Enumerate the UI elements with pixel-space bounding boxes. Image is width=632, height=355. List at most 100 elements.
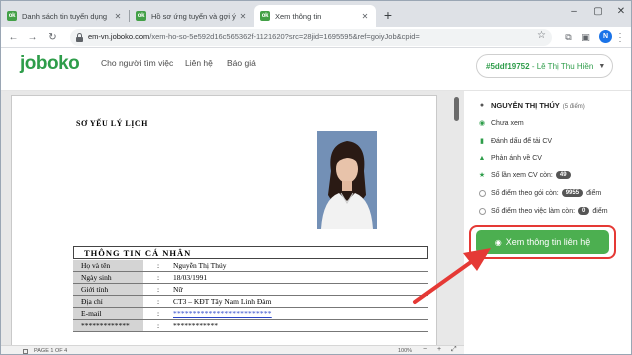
user-separator: - (529, 61, 537, 71)
coin-icon (478, 207, 486, 215)
cv-row-label: Ngày sinh (73, 272, 143, 283)
cv-row: ************* : ************ (73, 320, 428, 332)
zoom-level: 100% (398, 348, 413, 354)
joboko-favicon-icon: ok (260, 11, 270, 21)
browser-window: ok Danh sách tin tuyển dụng ✕ ok Hồ sơ ứ… (0, 0, 632, 355)
tab-job-list[interactable]: ok Danh sách tin tuyển dụng ✕ (1, 5, 129, 27)
status-text: Chưa xem (491, 119, 524, 127)
cv-row-label: E-mail (73, 308, 143, 319)
nav-link-candidates[interactable]: Cho người tìm việc (101, 58, 173, 68)
cv-row-value: 18/03/1991 (173, 273, 208, 282)
candidate-name: NGUYỄN THỊ THÚY (491, 101, 560, 110)
mark-download-link[interactable]: Đánh dấu để tải CV (491, 138, 552, 145)
tab-view-info[interactable]: ok Xem thông tin ✕ (254, 5, 376, 27)
cv-row-value: Nữ (173, 285, 183, 294)
zoom-out-icon[interactable]: − (423, 346, 427, 353)
views-count-badge: 49 (555, 171, 571, 179)
plan-points-unit: điểm (586, 189, 602, 197)
puzzle-icon[interactable]: ⧉ (561, 30, 576, 45)
tab-applications[interactable]: ok Hồ sơ ứng tuyển và gợi ý ✕ (130, 5, 254, 27)
cv-title: SƠ YẾU LÝ LỊCH (76, 119, 148, 128)
cv-page: SƠ YẾU LÝ LỊCH THÔNG TIN CÁ NHÂN Họ và t… (11, 95, 437, 347)
report-link[interactable]: Phản ánh về CV (491, 155, 542, 162)
warning-icon: ▲ (478, 154, 486, 162)
plus-icon[interactable]: + (380, 7, 396, 23)
user-id: #5ddf19752 (486, 61, 530, 71)
job-points-row: Số điểm theo việc làm còn: 0 điểm (478, 207, 608, 215)
views-remaining-row: ★ Số lần xem CV còn: 49 (478, 171, 574, 179)
site-header: joboko Cho người tìm việc Liên hệ Báo gi… (1, 48, 631, 91)
back-arrow-icon[interactable]: ← (6, 30, 21, 45)
cv-row-value: CT3 – KĐT Tây Nam Linh Đàm (173, 297, 272, 306)
fullscreen-icon[interactable]: ⤢ (451, 346, 457, 354)
cv-row: Địa chỉ : CT3 – KĐT Tây Nam Linh Đàm (73, 296, 428, 308)
viewer-scrollbar[interactable] (453, 97, 460, 352)
candidate-points: (5 điểm) (562, 104, 585, 110)
job-points-unit: điểm (592, 207, 608, 215)
cv-row-value: Nguyễn Thị Thúy (173, 261, 227, 270)
eye-icon: ◉ (494, 237, 502, 247)
cv-row-label: Địa chỉ (73, 296, 143, 307)
chevron-down-icon: ▼ (598, 62, 606, 70)
report-row[interactable]: ▲ Phản ánh về CV (478, 154, 542, 162)
user-name: Lê Thị Thu Hiền (536, 61, 594, 71)
forward-arrow-icon[interactable]: → (25, 30, 40, 45)
candidate-photo (317, 131, 377, 229)
zoom-in-icon[interactable]: + (437, 346, 441, 353)
browser-toolbar: ← → ↻ em-vn.joboko.com/xem-ho-so-5e592d1… (1, 27, 631, 48)
candidate-name-row: ● NGUYỄN THỊ THÚY (5 điểm) (478, 101, 585, 110)
views-label: Số lần xem CV còn: (491, 171, 553, 179)
close-icon[interactable]: ✕ (360, 12, 370, 21)
cv-email-link[interactable]: ************************* (173, 308, 272, 320)
tab-label: Xem thông tin (275, 11, 322, 21)
cv-row-label: Giới tính (73, 284, 143, 295)
cv-row: Họ và tên : Nguyễn Thị Thúy (73, 260, 428, 272)
cv-row-value: ************ (173, 321, 218, 330)
page-icon (23, 349, 28, 354)
plan-points-badge: 9955 (561, 189, 584, 197)
job-points-badge: 0 (578, 207, 590, 215)
cv-row-label: Họ và tên (73, 260, 143, 271)
cv-section-personal-info: THÔNG TIN CÁ NHÂN (73, 246, 428, 259)
view-contact-info-button[interactable]: ◉ Xem thông tin liên hệ (476, 230, 609, 254)
tab-strip: ok Danh sách tin tuyển dụng ✕ ok Hồ sơ ứ… (1, 1, 631, 27)
user-account-menu[interactable]: #5ddf19752 - Lê Thị Thu Hiền ▼ (476, 54, 613, 78)
maximize-icon[interactable]: ▢ (590, 6, 606, 17)
job-points-label: Số điểm theo việc làm còn: (491, 207, 576, 215)
coin-icon (478, 189, 486, 197)
kebab-menu-icon[interactable]: · · · (615, 29, 625, 46)
cv-row: Ngày sinh : 18/03/1991 (73, 272, 428, 284)
cv-row-label: ************* (73, 320, 143, 331)
reload-icon[interactable]: ↻ (45, 30, 60, 45)
tab-label: Hồ sơ ứng tuyển và gợi ý (151, 11, 236, 21)
viewer-pager: PAGE 1 OF 4 100% − + ⤢ (1, 345, 464, 354)
joboko-favicon-icon: ok (136, 11, 146, 21)
close-icon[interactable]: ✕ (238, 12, 248, 21)
page-indicator: PAGE 1 OF 4 (34, 348, 68, 354)
cv-row: Giới tính : Nữ (73, 284, 428, 296)
address-bar[interactable]: em-vn.joboko.com/xem-ho-so-5e592d16c5653… (70, 29, 552, 46)
user-icon: ● (479, 102, 485, 109)
plan-points-label: Số điểm theo gói còn: (491, 189, 559, 197)
scrollbar-thumb[interactable] (454, 97, 459, 121)
candidate-panel: ● NGUYỄN THỊ THÚY (5 điểm) ◉ Chưa xem ▮ Đ… (464, 91, 631, 354)
plan-points-row: Số điểm theo gói còn: 9955 điểm (478, 189, 601, 197)
status-row: ◉ Chưa xem (478, 119, 524, 128)
close-window-icon[interactable]: ✕ (613, 6, 629, 17)
tab-label: Danh sách tin tuyển dụng (22, 11, 108, 21)
joboko-favicon-icon: ok (7, 11, 17, 21)
lock-icon (76, 33, 83, 42)
star-icon[interactable]: ☆ (537, 30, 546, 41)
bookmark-icon: ▮ (480, 138, 484, 145)
cta-label: Xem thông tin liên hệ (505, 237, 591, 247)
address-url: em-vn.joboko.com/xem-ho-so-5e592d16c5653… (88, 32, 420, 41)
mark-download-row[interactable]: ▮ Đánh dấu để tải CV (478, 137, 552, 146)
minimize-icon[interactable]: – (566, 6, 582, 17)
nav-link-contact[interactable]: Liên hệ (185, 58, 213, 68)
nav-link-pricing[interactable]: Báo giá (227, 58, 256, 68)
cv-row: E-mail : ************************* (73, 308, 428, 320)
profile-avatar[interactable]: N (599, 30, 612, 43)
puzzle-icon[interactable]: ▣ (578, 30, 593, 45)
site-logo[interactable]: joboko (20, 53, 80, 75)
close-icon[interactable]: ✕ (113, 12, 123, 21)
